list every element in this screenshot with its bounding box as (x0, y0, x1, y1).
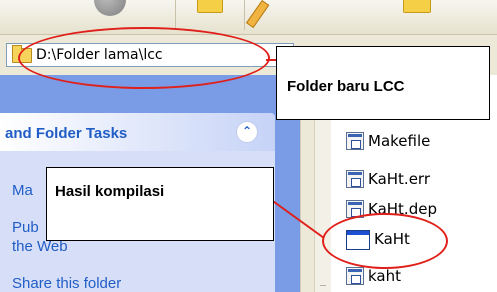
callout-folder: Folder baru LCC (276, 46, 490, 120)
annotation-connectors (266, 59, 325, 239)
callout-folder-text: Folder baru LCC (287, 78, 405, 95)
callout-compile: Hasil kompilasi (46, 167, 274, 241)
callout-compile-text: Hasil kompilasi (55, 183, 165, 200)
